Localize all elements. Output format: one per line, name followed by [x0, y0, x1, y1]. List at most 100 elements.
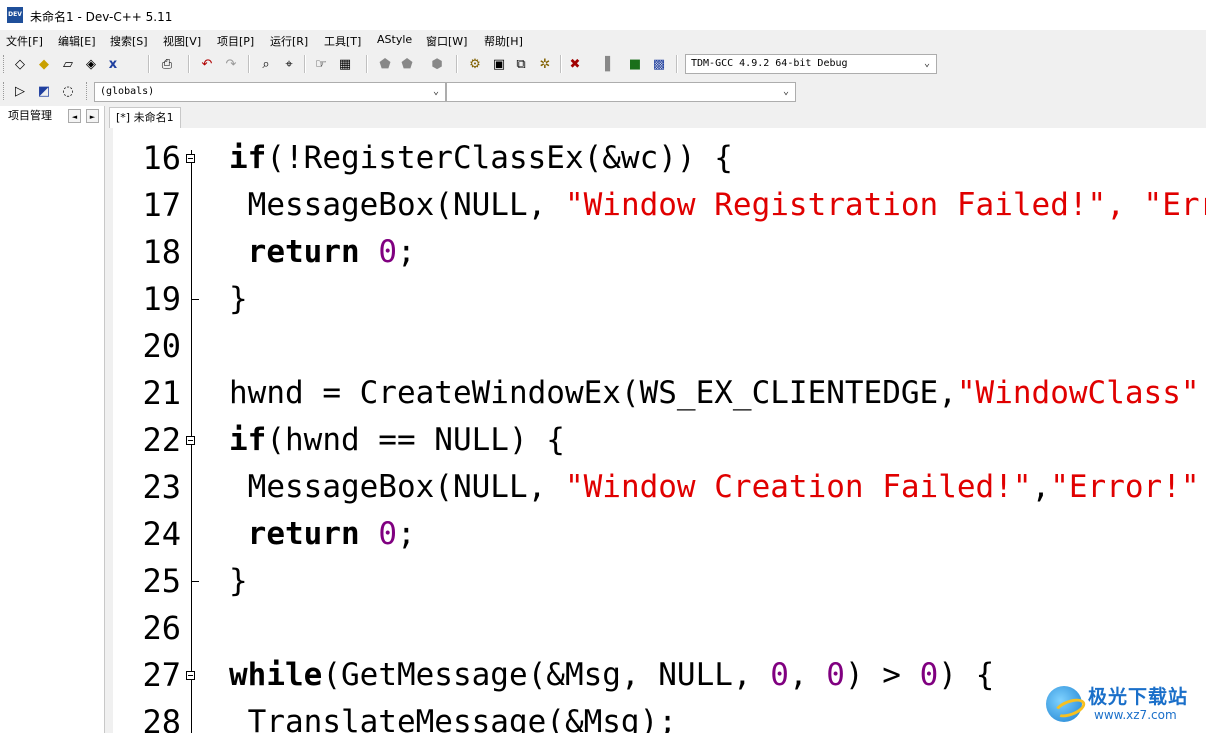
title-bar: DEV 未命名1 - Dev-C++ 5.11	[0, 0, 1206, 30]
toolbar-grip[interactable]	[3, 82, 7, 100]
tab-project-manager[interactable]: 项目管理	[0, 106, 66, 126]
redo-icon[interactable]: ↷	[222, 55, 240, 73]
code-token: ,	[788, 657, 827, 693]
toolbar-separator	[304, 55, 306, 73]
line-number[interactable]: 20	[115, 323, 181, 370]
save-all-icon[interactable]: ◈	[82, 55, 100, 73]
window-title: 未命名1 - Dev-C++ 5.11	[30, 10, 173, 24]
replace-icon[interactable]: ⌖	[280, 55, 298, 73]
project-options-icon[interactable]: ⬢	[428, 55, 446, 73]
compile-run-icon[interactable]: ⧉	[512, 55, 530, 73]
string-token: "WindowClass"	[956, 375, 1200, 411]
menu-help[interactable]: 帮助[H]	[484, 33, 523, 49]
line-number[interactable]: 28	[115, 699, 181, 733]
menu-run[interactable]: 运行[R]	[270, 33, 308, 49]
number-token: 0	[919, 657, 939, 693]
insert-icon[interactable]: ▷	[11, 82, 29, 100]
code-token: (!RegisterClassEx(&wc)) {	[266, 140, 733, 176]
tab-prev-icon[interactable]: ◄	[68, 109, 81, 123]
code-line[interactable]: TranslateMessage(&Msg);	[229, 699, 677, 733]
code-token: }	[229, 281, 248, 317]
menu-tools[interactable]: 工具[T]	[324, 33, 361, 49]
delete-profile-icon[interactable]: ▩	[650, 55, 668, 73]
member-select[interactable]: ⌄	[446, 82, 796, 102]
debug-icon[interactable]: ✖	[566, 55, 584, 73]
class-toolbar: ▷ ◩ ◌ (globals) ⌄ ⌄	[0, 80, 1206, 104]
run-icon[interactable]: ▣	[490, 55, 508, 73]
menu-astyle[interactable]: AStyle	[377, 33, 412, 46]
menu-window[interactable]: 窗口[W]	[426, 33, 467, 49]
save-icon[interactable]: ▱	[59, 55, 77, 73]
scope-select[interactable]: (globals) ⌄	[94, 82, 446, 102]
code-line[interactable]: MessageBox(NULL, "Window Registration Fa…	[229, 182, 1206, 229]
code-line[interactable]: if(!RegisterClassEx(&wc)) {	[229, 135, 733, 182]
line-number[interactable]: 22	[115, 417, 181, 464]
code-token: (hwnd == NULL) {	[266, 422, 565, 458]
editor-tab-bar: [*] 未命名1	[105, 106, 1206, 128]
code-line[interactable]: while(GetMessage(&Msg, NULL, 0, 0) > 0) …	[229, 652, 994, 699]
code-line[interactable]: return 0;	[229, 229, 416, 276]
open-file-icon[interactable]: ◆	[35, 55, 53, 73]
line-number[interactable]: 23	[115, 464, 181, 511]
code-line[interactable]: return 0;	[229, 511, 416, 558]
compile-icon[interactable]: ⚙	[466, 55, 484, 73]
line-number[interactable]: 27	[115, 652, 181, 699]
code-token: ;	[397, 234, 416, 270]
chevron-down-icon[interactable]: ⌄	[779, 83, 793, 101]
compiler-select-value: TDM-GCC 4.9.2 64-bit Debug	[691, 58, 848, 69]
line-number[interactable]: 25	[115, 558, 181, 605]
code-line[interactable]: }	[229, 558, 248, 605]
code-line[interactable]: if(hwnd == NULL) {	[229, 417, 565, 464]
toolbar-separator	[366, 55, 368, 73]
fold-toggle-icon[interactable]	[186, 154, 195, 163]
goto-line-icon[interactable]: ☞	[312, 55, 330, 73]
fold-end-marker	[191, 581, 199, 582]
toolbar-grip[interactable]	[86, 82, 90, 100]
compiler-select[interactable]: TDM-GCC 4.9.2 64-bit Debug ⌄	[685, 54, 937, 74]
goto-bookmark-icon[interactable]: ◌	[59, 82, 77, 100]
code-line[interactable]: }	[229, 276, 248, 323]
chevron-down-icon[interactable]: ⌄	[429, 83, 443, 101]
line-number[interactable]: 21	[115, 370, 181, 417]
menu-search[interactable]: 搜索[S]	[110, 33, 148, 49]
rebuild-all-icon[interactable]: ✲	[536, 55, 554, 73]
line-number[interactable]: 19	[115, 276, 181, 323]
watermark: 极光下载站 www.xz7.com	[1042, 680, 1202, 728]
tab-untitled1[interactable]: [*] 未命名1	[109, 107, 181, 128]
menu-edit[interactable]: 编辑[E]	[58, 33, 96, 49]
line-number[interactable]: 17	[115, 182, 181, 229]
code-editor[interactable]: 16 if(!RegisterClassEx(&wc)) { 17 MessageB…	[105, 128, 1206, 733]
remove-from-project-icon[interactable]: ⬟	[398, 55, 416, 73]
close-icon[interactable]: x	[104, 55, 122, 73]
code-line[interactable]: MessageBox(NULL, "Window Creation Failed…	[229, 464, 1200, 511]
menu-project[interactable]: 项目[P]	[217, 33, 254, 49]
toolbar-grip[interactable]	[3, 55, 7, 73]
line-number[interactable]: 16	[115, 135, 181, 182]
goto-lines-icon[interactable]: ▦	[336, 55, 354, 73]
add-to-project-icon[interactable]: ⬟	[376, 55, 394, 73]
watermark-url: www.xz7.com	[1094, 708, 1177, 722]
profile-icon[interactable]: ■	[626, 55, 644, 73]
stop-icon[interactable]: ▐	[596, 55, 614, 73]
fold-toggle-icon[interactable]	[186, 436, 195, 445]
code-line[interactable]: hwnd = CreateWindowEx(WS_EX_CLIENTEDGE,"…	[229, 370, 1200, 417]
new-file-icon[interactable]: ◇	[11, 55, 29, 73]
devcpp-app-icon[interactable]: DEV	[7, 7, 23, 23]
line-number[interactable]: 24	[115, 511, 181, 558]
toggle-bookmark-icon[interactable]: ◩	[35, 82, 53, 100]
tab-next-icon[interactable]: ►	[86, 109, 99, 123]
find-icon[interactable]: ⌕	[257, 55, 275, 73]
toolbar-separator	[148, 55, 150, 73]
chevron-down-icon[interactable]: ⌄	[920, 55, 934, 73]
code-token: TranslateMessage(&Msg);	[229, 704, 677, 733]
menu-file[interactable]: 文件[F]	[6, 33, 43, 49]
print-icon[interactable]: ⎙	[158, 55, 176, 73]
line-number[interactable]: 18	[115, 229, 181, 276]
code-token: (GetMessage(&Msg, NULL,	[322, 657, 771, 693]
toolbar-separator	[676, 55, 678, 73]
undo-icon[interactable]: ↶	[198, 55, 216, 73]
line-number[interactable]: 26	[115, 605, 181, 652]
fold-toggle-icon[interactable]	[186, 671, 195, 680]
main-toolbar: ◇ ◆ ▱ ◈ x ⎙ ↶ ↷ ⌕ ⌖ ☞ ▦ ⬟ ⬟ ⬢ ⚙ ▣ ⧉ ✲ ✖ …	[0, 51, 1206, 79]
menu-view[interactable]: 视图[V]	[163, 33, 201, 49]
